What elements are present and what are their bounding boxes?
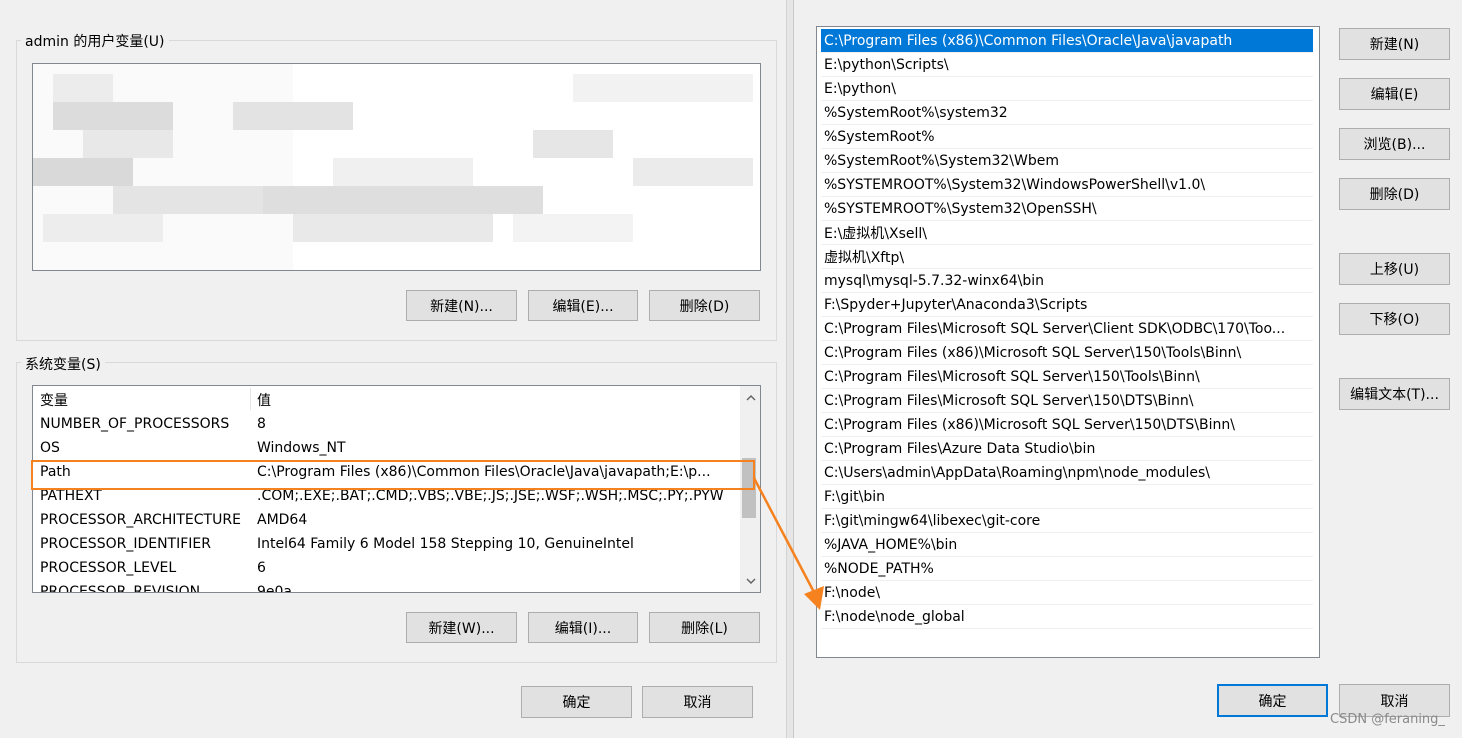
edit-text-button[interactable]: 编辑文本(T)... — [1339, 378, 1450, 410]
system-var-name: PROCESSOR_IDENTIFIER — [40, 536, 211, 552]
path-entry[interactable]: C:\Program Files\Azure Data Studio\bin — [821, 437, 1313, 461]
obscured-content — [33, 64, 760, 270]
system-var-row[interactable]: PROCESSOR_LEVEL 6 — [33, 556, 740, 580]
path-entry[interactable]: %SystemRoot%\System32\Wbem — [821, 149, 1313, 173]
system-var-value: Windows_NT — [257, 440, 346, 456]
annotation-arrow-icon — [752, 476, 824, 610]
system-var-value: Intel64 Family 6 Model 158 Stepping 10, … — [257, 536, 634, 552]
user-delete-button[interactable]: 删除(D) — [649, 290, 760, 321]
value-column-header[interactable]: 值 — [257, 390, 271, 410]
system-var-row[interactable]: PROCESSOR_IDENTIFIER Intel64 Family 6 Mod… — [33, 532, 740, 556]
ok-button[interactable]: 确定 — [521, 686, 632, 718]
path-entry[interactable]: E:\虚拟机\Xsell\ — [821, 221, 1313, 245]
path-entry[interactable]: F:\Spyder+Jupyter\Anaconda3\Scripts — [821, 293, 1313, 317]
system-edit-button[interactable]: 编辑(I)... — [528, 612, 638, 643]
user-edit-button[interactable]: 编辑(E)... — [528, 290, 638, 321]
variable-column-header[interactable]: 变量 — [40, 390, 68, 410]
user-variables-list[interactable]: 值 — [32, 63, 761, 271]
path-entry[interactable]: C:\Program Files\Microsoft SQL Server\15… — [821, 389, 1313, 413]
user-variables-label: admin 的用户变量(U) — [21, 31, 169, 51]
system-new-button[interactable]: 新建(W)... — [406, 612, 517, 643]
path-ok-button[interactable]: 确定 — [1217, 684, 1328, 717]
path-entry[interactable]: C:\Program Files\Microsoft SQL Server\15… — [821, 365, 1313, 389]
system-var-value: .COM;.EXE;.BAT;.CMD;.VBS;.VBE;.JS;.JSE;.… — [257, 488, 724, 504]
path-entry[interactable]: C:\Program Files (x86)\Common Files\Orac… — [821, 29, 1313, 53]
system-var-name: PATHEXT — [40, 488, 102, 504]
path-entry[interactable]: F:\node\ — [821, 581, 1313, 605]
path-entry[interactable]: F:\git\mingw64\libexec\git-core — [821, 509, 1313, 533]
browse-button[interactable]: 浏览(B)... — [1339, 128, 1450, 160]
system-var-row[interactable]: PROCESSOR_ARCHITECTURE AMD64 — [33, 508, 740, 532]
path-entry[interactable]: C:\Program Files (x86)\Microsoft SQL Ser… — [821, 341, 1313, 365]
system-var-value: AMD64 — [257, 512, 308, 528]
cancel-button[interactable]: 取消 — [642, 686, 753, 718]
path-entry[interactable]: E:\python\Scripts\ — [821, 53, 1313, 77]
system-var-name: OS — [40, 440, 60, 456]
move-down-button[interactable]: 下移(O) — [1339, 303, 1450, 335]
path-entry[interactable]: C:\Users\admin\AppData\Roaming\npm\node_… — [821, 461, 1313, 485]
system-var-name: PROCESSOR_ARCHITECTURE — [40, 512, 241, 528]
user-new-button[interactable]: 新建(N)... — [406, 290, 517, 321]
path-edit-button[interactable]: 编辑(E) — [1339, 78, 1450, 110]
system-var-row[interactable]: PROCESSOR_REVISION 9e0a — [33, 580, 740, 593]
system-var-row[interactable]: OS Windows_NT — [33, 436, 740, 460]
system-var-name: NUMBER_OF_PROCESSORS — [40, 416, 230, 432]
path-row-highlight — [31, 460, 755, 490]
path-new-button[interactable]: 新建(N) — [1339, 28, 1450, 60]
edit-path-dialog: C:\Program Files (x86)\Common Files\Orac… — [794, 0, 1462, 738]
path-entry[interactable]: C:\Program Files\Microsoft SQL Server\Cl… — [821, 317, 1313, 341]
path-delete-button[interactable]: 删除(D) — [1339, 178, 1450, 210]
system-var-value: 8 — [257, 416, 266, 432]
path-entry[interactable]: F:\git\bin — [821, 485, 1313, 509]
chevron-up-icon[interactable] — [742, 389, 759, 406]
system-variables-label: 系统变量(S) — [21, 354, 105, 374]
path-entry[interactable]: %JAVA_HOME%\bin — [821, 533, 1313, 557]
system-var-name: PROCESSOR_LEVEL — [40, 560, 177, 576]
path-entry[interactable]: F:\node\node_global — [821, 605, 1313, 629]
window-divider — [786, 0, 794, 738]
path-entry[interactable]: %SYSTEMROOT%\System32\WindowsPowerShell\… — [821, 173, 1313, 197]
path-list[interactable]: C:\Program Files (x86)\Common Files\Orac… — [816, 26, 1320, 658]
system-var-name: PROCESSOR_REVISION — [40, 584, 201, 593]
path-entry[interactable]: 虚拟机\Xftp\ — [821, 245, 1313, 269]
path-entry[interactable]: %SystemRoot%\system32 — [821, 101, 1313, 125]
path-entry[interactable]: %NODE_PATH% — [821, 557, 1313, 581]
system-var-row[interactable]: NUMBER_OF_PROCESSORS 8 — [33, 412, 740, 436]
path-entry[interactable]: mysql\mysql-5.7.32-winx64\bin — [821, 269, 1313, 293]
system-var-value: 9e0a — [257, 584, 293, 593]
system-var-value: 6 — [257, 560, 266, 576]
path-entry[interactable]: %SYSTEMROOT%\System32\OpenSSH\ — [821, 197, 1313, 221]
path-entry[interactable]: C:\Program Files (x86)\Microsoft SQL Ser… — [821, 413, 1313, 437]
path-entry[interactable]: %SystemRoot% — [821, 125, 1313, 149]
watermark: CSDN @feraning_ — [1330, 712, 1445, 727]
system-vars-header-row: 变量 值 — [33, 388, 740, 412]
move-up-button[interactable]: 上移(U) — [1339, 253, 1450, 285]
path-entry[interactable]: E:\python\ — [821, 77, 1313, 101]
environment-variables-dialog: admin 的用户变量(U) 值 新建(N)... 编辑(E)... 删除(D)… — [0, 0, 786, 738]
